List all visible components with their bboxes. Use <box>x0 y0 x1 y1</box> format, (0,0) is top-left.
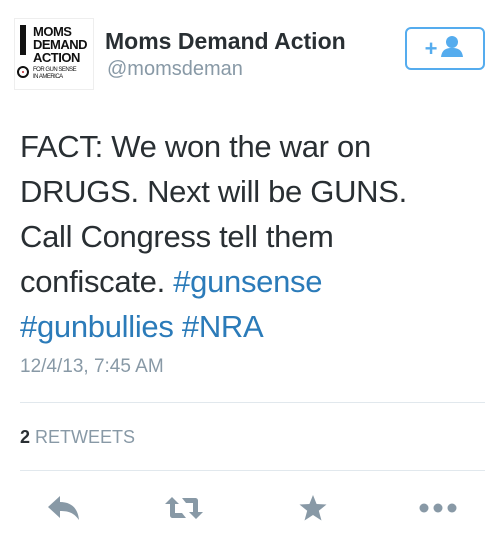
reply-button[interactable] <box>44 485 84 530</box>
more-button[interactable] <box>418 485 458 530</box>
divider <box>20 402 485 403</box>
avatar[interactable]: MOMS DEMAND ACTION FOR GUN SENSE IN AMER… <box>14 18 94 90</box>
logo-target-icon <box>17 66 29 78</box>
star-icon <box>299 494 327 520</box>
display-name[interactable]: Moms Demand Action <box>105 28 346 55</box>
follow-button[interactable]: + <box>405 27 485 70</box>
reply-icon <box>48 495 79 520</box>
logo-exclamation-bar <box>20 25 26 55</box>
divider <box>20 470 485 471</box>
retweet-count[interactable]: 2 RETWEETS <box>20 427 135 448</box>
favorite-button[interactable] <box>293 485 333 530</box>
tweet-line: confiscate. #gunsense <box>20 264 323 299</box>
tweet-actions <box>0 485 500 530</box>
retweet-count-label: RETWEETS <box>35 427 136 447</box>
tweet-line: FACT: We won the war on <box>20 129 371 164</box>
tweet-timestamp: 12/4/13, 7:45 AM <box>20 356 164 377</box>
hashtag-nra[interactable]: #NRA <box>182 309 264 344</box>
add-user-icon <box>439 34 465 63</box>
tweet-line: DRUGS. Next will be GUNS. <box>20 174 407 209</box>
hashtag-gunsense[interactable]: #gunsense <box>173 264 322 299</box>
tweet-line: Call Congress tell them <box>20 219 334 254</box>
retweet-icon <box>165 496 203 519</box>
more-icon <box>419 503 457 512</box>
tweet-text: FACT: We won the war on DRUGS. Next will… <box>20 124 485 349</box>
hashtag-gunbullies[interactable]: #gunbullies <box>20 309 174 344</box>
retweet-count-number: 2 <box>20 427 31 447</box>
logo-subtext-2: IN AMERICA <box>33 74 63 80</box>
retweet-button[interactable] <box>164 485 204 530</box>
tweet-line: #gunbullies #NRA <box>20 304 485 349</box>
follow-plus-label: + <box>424 35 438 61</box>
user-handle[interactable]: @momsdeman <box>107 58 243 81</box>
logo-text-action: ACTION <box>33 50 80 65</box>
logo-subtext-1: FOR GUN SENSE <box>33 67 77 73</box>
